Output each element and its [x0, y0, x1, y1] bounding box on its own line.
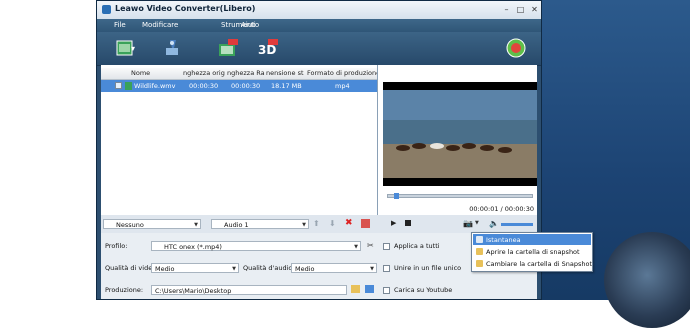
file-list: Nome nghezza origin nghezza Rasa nension…	[101, 65, 378, 215]
clear-list-icon[interactable]	[361, 219, 370, 228]
3d-pro-icon[interactable]	[217, 37, 239, 59]
snapshot-icon[interactable]: 📷	[463, 219, 473, 228]
title-bar: Leawo Video Converter(Libero) – □ ✕	[97, 1, 541, 20]
audio-value: Audio 1	[224, 221, 249, 229]
delete-icon[interactable]: ✖	[345, 218, 353, 228]
open-folder-icon[interactable]	[365, 285, 374, 293]
video-preview	[383, 82, 537, 186]
chevron-down-icon: ▼	[232, 266, 236, 272]
menu-item-change-folder[interactable]: Cambiare la cartella di Snapshot	[473, 258, 593, 269]
menu-item-label: Istantanea	[486, 236, 521, 244]
convert-icon[interactable]	[505, 37, 527, 59]
seek-bar[interactable]	[387, 193, 533, 199]
chevron-down-icon: ▼	[370, 266, 374, 272]
cell-size: 18.17 MB	[271, 82, 302, 90]
folder-icon	[476, 248, 483, 255]
tools-icon[interactable]: ✂	[367, 241, 374, 250]
col-original-length[interactable]: nghezza origin	[183, 69, 225, 77]
subtitle-select[interactable]: Nessuno ▼	[103, 219, 201, 229]
menu-file[interactable]: File	[114, 21, 126, 29]
folder-icon[interactable]	[351, 285, 360, 293]
maximize-icon[interactable]: □	[515, 4, 526, 15]
cell-name: Wildlife.wmv	[134, 82, 176, 90]
move-up-icon[interactable]: ⬆	[313, 219, 320, 228]
chevron-down-icon: ▼	[194, 222, 198, 228]
video-quality-select[interactable]: Medio ▼	[151, 263, 239, 273]
cell-trim-length: 00:00:30	[231, 82, 261, 90]
minimize-icon[interactable]: –	[501, 4, 512, 15]
menu-aiuto[interactable]: Aiuto	[241, 21, 259, 29]
col-name[interactable]: Nome	[131, 69, 183, 77]
menu-bar: File Modificare Strumenti Aiuto	[97, 19, 541, 32]
close-icon[interactable]: ✕	[529, 4, 540, 15]
row-checkbox[interactable]	[115, 82, 122, 89]
audio-quality-select[interactable]: Medio ▼	[291, 263, 377, 273]
profile-label: Profilo:	[105, 242, 128, 250]
youtube-checkbox[interactable]	[383, 287, 390, 294]
main-area: Nome nghezza origin nghezza Rasa nension…	[101, 65, 537, 215]
output-label: Produzione:	[105, 286, 144, 294]
add-video-icon[interactable]: ▾	[115, 37, 137, 59]
time-display: 00:00:01 / 00:00:30	[469, 205, 534, 213]
menu-modificare[interactable]: Modificare	[142, 21, 178, 29]
preview-panel: 00:00:01 / 00:00:30	[383, 68, 537, 215]
profile-select[interactable]: HTC onex (*.mp4) ▼	[151, 241, 361, 251]
table-header: Nome nghezza origin nghezza Rasa nension…	[101, 68, 377, 80]
video-quality-value: Medio	[155, 265, 175, 273]
profile-value: HTC onex (*.mp4)	[164, 243, 222, 251]
subtitle-value: Nessuno	[116, 221, 144, 229]
audio-quality-value: Medio	[295, 265, 315, 273]
svg-text:▾: ▾	[131, 44, 135, 53]
toolbar: ▾ 3D	[97, 32, 541, 66]
move-down-icon[interactable]: ⬇	[329, 219, 336, 228]
play-icon[interactable]: ▶	[391, 219, 396, 227]
desktop-logo	[604, 232, 690, 328]
3d-icon[interactable]: 3D	[257, 37, 279, 59]
menu-item-open-folder[interactable]: Aprire la cartella di snapshot	[473, 246, 591, 257]
chevron-down-icon: ▼	[302, 222, 306, 228]
chevron-down-icon[interactable]: ▼	[475, 220, 479, 226]
chevron-down-icon: ▼	[354, 244, 358, 250]
col-format[interactable]: Formato di produzione	[307, 69, 377, 77]
app-icon	[102, 5, 111, 14]
table-row[interactable]: Wildlife.wmv 00:00:30 00:00:30 18.17 MB …	[101, 80, 377, 92]
volume-slider[interactable]	[501, 223, 533, 226]
audio-select[interactable]: Audio 1 ▼	[211, 219, 309, 229]
output-path-value: C:\Users\Mario\Desktop	[155, 287, 232, 295]
audio-quality-label: Qualità d'audio:	[243, 264, 295, 272]
merge-label: Unire in un file unico	[394, 264, 462, 272]
merge-checkbox[interactable]	[383, 265, 390, 272]
cell-orig-length: 00:00:30	[189, 82, 219, 90]
cell-format: mp4	[335, 82, 350, 90]
menu-item-label: Cambiare la cartella di Snapshot	[486, 260, 593, 268]
camera-icon	[476, 236, 483, 243]
folder-icon	[476, 260, 483, 267]
snapshot-menu: Istantanea Aprire la cartella di snapsho…	[471, 232, 593, 272]
video-file-icon	[125, 82, 132, 90]
menu-item-label: Aprire la cartella di snapshot	[486, 248, 580, 256]
list-controls: Nessuno ▼ Audio 1 ▼ ⬆ ⬇ ✖ ▶ 📷 ▼ 🔈	[101, 215, 537, 233]
youtube-label: Carica su Youtube	[394, 286, 453, 294]
apply-all-label: Applica a tutti	[394, 242, 440, 250]
volume-icon[interactable]: 🔈	[489, 219, 499, 228]
output-path-field[interactable]: C:\Users\Mario\Desktop	[151, 285, 347, 295]
seek-handle[interactable]	[394, 193, 399, 199]
menu-item-istantanea[interactable]: Istantanea	[473, 234, 591, 245]
apply-all-checkbox[interactable]	[383, 243, 390, 250]
stop-icon[interactable]	[405, 220, 411, 226]
col-trim-length[interactable]: nghezza Rasa	[227, 69, 265, 77]
col-size[interactable]: nensione stim	[266, 69, 304, 77]
window-title: Leawo Video Converter(Libero)	[115, 4, 256, 13]
edit-icon[interactable]	[161, 37, 183, 59]
svg-text:3D: 3D	[258, 43, 276, 57]
